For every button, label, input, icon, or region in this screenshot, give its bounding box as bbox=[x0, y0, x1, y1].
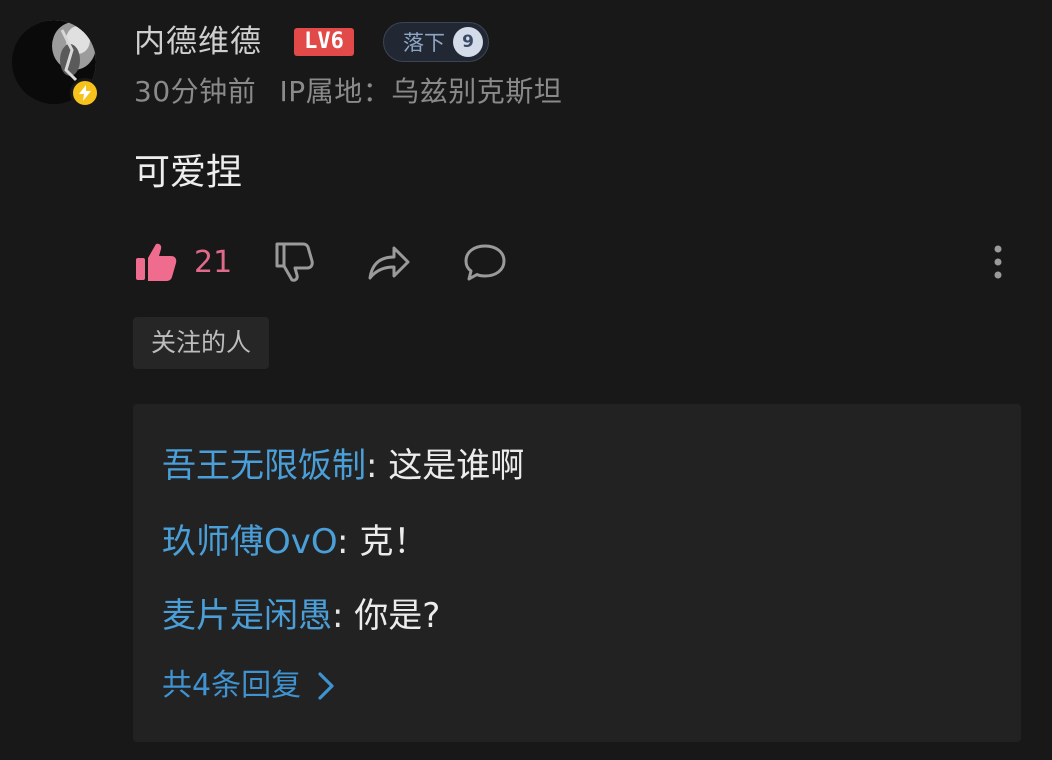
reply-separator: : bbox=[337, 522, 349, 562]
speech-bubble-icon bbox=[464, 244, 506, 281]
vip-lightning-badge bbox=[70, 78, 100, 108]
reply-separator: : bbox=[332, 596, 344, 636]
reply-author[interactable]: 玖师傅OvO bbox=[162, 522, 337, 562]
action-bar: 21 bbox=[134, 238, 1024, 286]
comment-text: 可爱捏 bbox=[134, 152, 243, 193]
ip-location: IP属地：乌兹别克斯坦 bbox=[279, 75, 563, 108]
replies-box[interactable]: 吾王无限饭制: 这是谁啊 玖师傅OvO: 克！ 麦片是闲愚: 你是? 共4条回复 bbox=[133, 404, 1021, 742]
view-all-replies-label: 共4条回复 bbox=[162, 668, 302, 703]
post-time: 30分钟前 bbox=[134, 75, 257, 108]
more-options-button[interactable] bbox=[986, 238, 1010, 286]
like-button[interactable]: 21 bbox=[134, 238, 232, 286]
reply-item[interactable]: 吾王无限饭制: 这是谁啊 bbox=[162, 444, 524, 488]
vertical-dots-icon bbox=[994, 245, 1002, 279]
reply-text: 这是谁啊 bbox=[377, 446, 525, 486]
reply-item[interactable]: 玖师傅OvO: 克！ bbox=[162, 520, 427, 564]
comment-card: 内德维德 LV6 落下 9 30分钟前 IP属地：乌兹别克斯坦 可爱捏 21 关… bbox=[0, 0, 1052, 760]
level-badge: LV6 bbox=[294, 28, 354, 56]
dislike-button[interactable] bbox=[272, 238, 316, 286]
reply-text: 你是? bbox=[343, 596, 441, 636]
thumbs-up-icon bbox=[136, 243, 177, 281]
comment-meta: 30分钟前 IP属地：乌兹别克斯坦 bbox=[134, 72, 562, 112]
reply-separator: : bbox=[366, 446, 378, 486]
reply-author[interactable]: 麦片是闲愚 bbox=[162, 596, 332, 636]
reply-button[interactable] bbox=[462, 238, 508, 286]
view-all-replies-link[interactable]: 共4条回复 bbox=[162, 665, 335, 707]
fan-badge-label: 落下 bbox=[403, 31, 445, 55]
fan-badge-level: 9 bbox=[453, 27, 483, 57]
username[interactable]: 内德维德 bbox=[134, 22, 262, 62]
follow-tag: 关注的人 bbox=[133, 317, 270, 369]
share-arrow-icon bbox=[368, 246, 410, 280]
reply-text: 克！ bbox=[348, 522, 428, 562]
reply-author[interactable]: 吾王无限饭制 bbox=[162, 446, 366, 486]
share-button[interactable] bbox=[366, 238, 412, 286]
like-count: 21 bbox=[194, 244, 233, 280]
reply-item[interactable]: 麦片是闲愚: 你是? bbox=[162, 594, 440, 638]
avatar-container[interactable] bbox=[12, 20, 100, 108]
fan-badge[interactable]: 落下 9 bbox=[383, 22, 489, 62]
lightning-icon bbox=[79, 85, 91, 101]
chevron-right-icon bbox=[318, 672, 334, 700]
thumbs-down-icon bbox=[275, 242, 314, 282]
